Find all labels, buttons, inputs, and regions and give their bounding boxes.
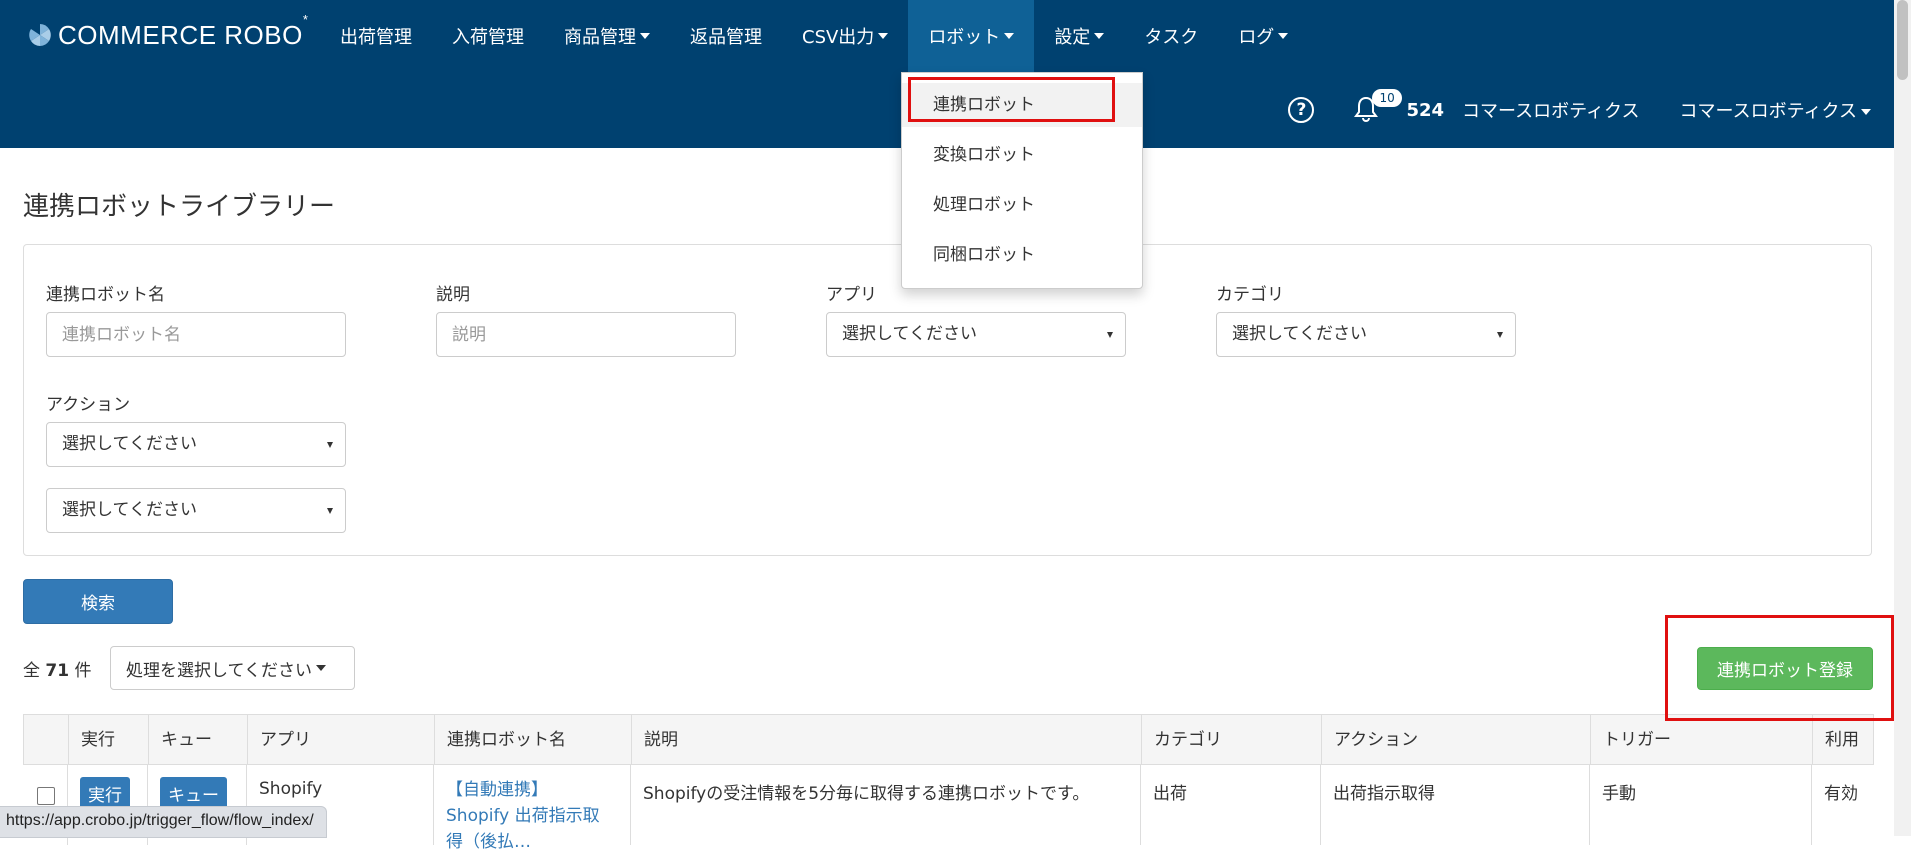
select-arrow-icon xyxy=(327,442,333,448)
app-select[interactable]: 選択してください xyxy=(826,312,1126,357)
search-button[interactable]: 検索 xyxy=(23,579,173,624)
logo-pinwheel-icon xyxy=(29,24,51,46)
nav-logs[interactable]: ログ xyxy=(1218,0,1308,72)
table-header: 実行 キュー アプリ 連携ロボット名 説明 カテゴリ アクション トリガー 利用 xyxy=(23,714,1874,765)
menu-item-processing-robot[interactable]: 処理ロボット xyxy=(902,183,1142,227)
col-select xyxy=(24,715,69,765)
search-filter-panel: 連携ロボット名 説明 アプリ 選択してください カテゴリ 選択してください アク… xyxy=(23,244,1872,556)
register-robot-button[interactable]: 連携ロボット登録 xyxy=(1697,647,1873,690)
user-id: 524 xyxy=(1406,99,1445,121)
col-action: アクション xyxy=(1322,715,1591,765)
nav-returns[interactable]: 返品管理 xyxy=(670,0,782,72)
nav-settings[interactable]: 設定 xyxy=(1034,0,1124,72)
nav-csv-export[interactable]: CSV出力 xyxy=(782,0,908,72)
account-menu[interactable]: コマースロボティクス xyxy=(1680,97,1871,123)
col-run: 実行 xyxy=(69,715,149,765)
robot-dropdown-menu: 連携ロボット 変換ロボット 処理ロボット 同梱ロボット xyxy=(901,72,1143,289)
robot-name-cell: 【自動連携】 Shopify 出荷指示取 得（後払… xyxy=(434,765,631,852)
nav-shipping[interactable]: 出荷管理 xyxy=(320,0,432,72)
caret-down-icon xyxy=(1278,33,1289,39)
row-checkbox[interactable] xyxy=(37,787,55,805)
nav-tasks[interactable]: タスク xyxy=(1124,0,1218,72)
description-cell: Shopifyの受注情報を5分毎に取得する連携ロボットです。 xyxy=(631,765,1141,845)
result-count: 全 71 件 xyxy=(23,661,92,681)
category-label: カテゴリ xyxy=(1216,285,1284,305)
col-usage: 利用 xyxy=(1825,730,1859,750)
action-cell: 出荷指示取得 xyxy=(1321,765,1590,845)
robot-name-link[interactable]: 【自動連携】 Shopify 出荷指示取 得（後払… xyxy=(446,777,618,855)
description-label: 説明 xyxy=(436,285,470,305)
select-arrow-icon xyxy=(327,508,333,514)
category-cell: 出荷 xyxy=(1141,765,1321,845)
robot-name-input[interactable] xyxy=(46,312,346,357)
select-arrow-icon xyxy=(1497,332,1503,338)
caret-down-icon xyxy=(1004,33,1015,39)
app-label: アプリ xyxy=(826,285,877,305)
nav-receiving[interactable]: 入荷管理 xyxy=(432,0,544,72)
nav-products[interactable]: 商品管理 xyxy=(544,0,670,72)
robot-name-label: 連携ロボット名 xyxy=(46,285,165,305)
caret-down-icon xyxy=(1861,109,1871,115)
col-category: カテゴリ xyxy=(1142,715,1322,765)
usage-cell: 有効 xyxy=(1824,784,1858,804)
bulk-action-select[interactable]: 処理を選択してください xyxy=(110,646,355,690)
page-title: 連携ロボットライブラリー xyxy=(23,192,336,222)
menu-item-conversion-robot[interactable]: 変換ロボット xyxy=(902,133,1142,177)
col-queue: キュー xyxy=(149,715,248,765)
col-trigger: トリガー xyxy=(1591,715,1813,765)
caret-down-icon xyxy=(315,665,326,671)
col-robot-name: 連携ロボット名 xyxy=(435,715,632,765)
notification-count-badge: 10 xyxy=(1372,89,1402,107)
caret-down-icon xyxy=(878,33,889,39)
select-arrow-icon xyxy=(1107,332,1113,338)
trigger-cell: 手動 xyxy=(1590,765,1812,845)
caret-down-icon xyxy=(1094,33,1105,39)
usage-select[interactable]: 選択してください xyxy=(46,488,346,533)
brand-name: COMMERCE ROBO* xyxy=(58,11,309,50)
scrollbar-thumb[interactable] xyxy=(1897,0,1908,80)
menu-item-integration-robot[interactable]: 連携ロボット xyxy=(902,83,1142,127)
caret-down-icon xyxy=(640,33,650,39)
col-app: アプリ xyxy=(248,715,435,765)
status-url-tooltip: https://app.crobo.jp/trigger_flow/flow_i… xyxy=(0,806,327,838)
action-label: アクション xyxy=(46,395,131,415)
help-icon[interactable]: ? xyxy=(1288,97,1315,123)
description-input[interactable] xyxy=(436,312,736,357)
brand-logo[interactable]: COMMERCE ROBO* xyxy=(28,11,309,52)
company-name: コマースロボティクス xyxy=(1462,101,1640,122)
notification-button[interactable]: 10 xyxy=(1354,89,1402,125)
user-bar: ? 10 524 コマースロボティクス コマースロボティクス xyxy=(1288,86,1871,134)
menu-item-bundle-robot[interactable]: 同梱ロボット xyxy=(902,233,1142,277)
vertical-scrollbar[interactable] xyxy=(1894,0,1911,836)
col-description: 説明 xyxy=(632,715,1142,765)
category-select[interactable]: 選択してください xyxy=(1216,312,1516,357)
action-select[interactable]: 選択してください xyxy=(46,422,346,467)
nav-robot[interactable]: ロボット xyxy=(908,0,1035,72)
main-nav: 出荷管理 入荷管理 商品管理 返品管理 CSV出力 ロボット 設定 タスク ログ xyxy=(320,0,1308,72)
